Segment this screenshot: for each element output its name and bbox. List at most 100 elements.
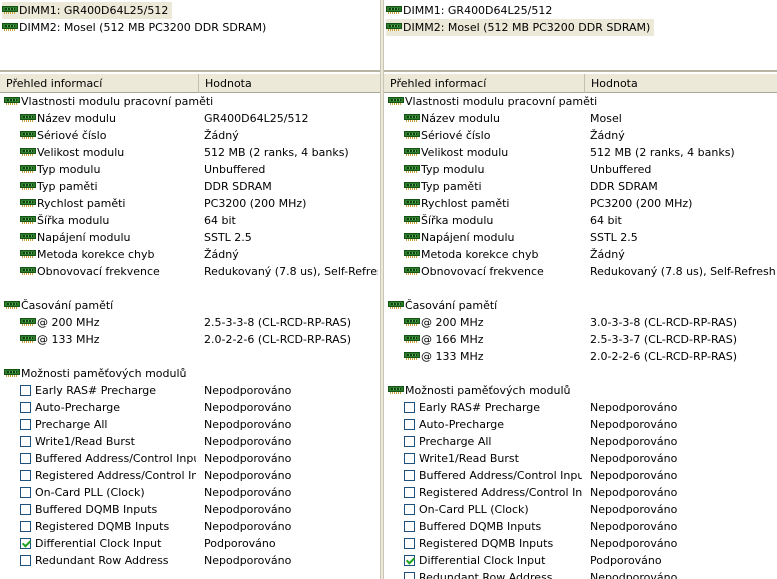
pane-divider[interactable] [384, 70, 777, 72]
property-row[interactable]: @ 200 MHz 3.0-3-3-8 (CL-RCD-RP-RAS) [384, 314, 777, 331]
property-row[interactable]: @ 133 MHz 2.0-2-2-6 (CL-RCD-RP-RAS) [384, 348, 777, 365]
property-row[interactable]: Typ modulu Unbuffered [384, 161, 777, 178]
property-name: Typ paměti [404, 178, 582, 195]
property-row[interactable]: Napájení modulu SSTL 2.5 [384, 229, 777, 246]
property-row[interactable]: Sériové číslo Žádný [384, 127, 777, 144]
property-row[interactable]: Auto-Precharge Nepodporováno [384, 416, 777, 433]
property-label: Precharge All [419, 435, 492, 448]
column-header-value[interactable]: Hodnota [584, 74, 777, 93]
property-label: Registered DQMB Inputs [35, 520, 170, 533]
memory-module-icon [20, 198, 36, 208]
property-label: Metoda korekce chyb [421, 248, 539, 261]
property-value: Redukovaný (7.8 us), Self-Refresh [590, 265, 775, 278]
property-row[interactable]: Buffered DQMB Inputs Nepodporováno [384, 518, 777, 535]
memory-module-icon [404, 215, 420, 225]
memory-module-icon [20, 164, 36, 174]
property-label: Buffered DQMB Inputs [35, 503, 158, 516]
memory-module-icon [388, 96, 404, 106]
property-row[interactable]: Metoda korekce chyb Žádný [384, 246, 777, 263]
property-row[interactable]: Šířka modulu 64 bit [384, 212, 777, 229]
property-row[interactable]: Redundant Row Address Nepodporováno [384, 569, 777, 579]
group-row[interactable]: Možnosti paměťových modulů [384, 382, 777, 399]
property-row[interactable]: Registered Address/Control In... Nepodpor… [384, 484, 777, 501]
group-row[interactable]: Vlastnosti modulu pracovní paměti [384, 93, 777, 110]
property-row[interactable]: Typ modulu Unbuffered [0, 161, 380, 178]
property-row[interactable]: Rychlost paměti PC3200 (200 MHz) [0, 195, 380, 212]
memory-module-icon [386, 5, 402, 15]
property-row[interactable]: Obnovovací frekvence Redukovaný (7.8 us),… [0, 263, 380, 280]
dimm-list-item[interactable]: DIMM2: Mosel (512 MB PC3200 DDR SDRAM) [2, 19, 270, 36]
property-row[interactable]: Velikost modulu 512 MB (2 ranks, 4 banks) [0, 144, 380, 161]
memory-module-icon [4, 96, 20, 106]
group-row[interactable]: Vlastnosti modulu pracovní paměti [0, 93, 380, 110]
property-row[interactable]: Název modulu Mosel [384, 110, 777, 127]
property-row[interactable]: Redundant Row Address Nepodporováno [0, 552, 380, 569]
property-value: 3.0-3-3-8 (CL-RCD-RP-RAS) [590, 316, 737, 329]
property-row[interactable]: On-Card PLL (Clock) Nepodporováno [0, 484, 380, 501]
column-header-info[interactable]: Přehled informací [384, 74, 486, 93]
spacer-row [0, 348, 380, 365]
property-row[interactable]: @ 200 MHz 2.5-3-3-8 (CL-RCD-RP-RAS) [0, 314, 380, 331]
checkbox-unchecked-icon [404, 503, 415, 515]
property-row[interactable]: Differential Clock Input Podporováno [384, 552, 777, 569]
property-row[interactable]: Precharge All Nepodporováno [384, 433, 777, 450]
property-value: Nepodporováno [204, 520, 292, 533]
property-row[interactable]: Název modulu GR400D64L25/512 [0, 110, 380, 127]
group-row[interactable]: Časování pamětí [0, 297, 380, 314]
property-row[interactable]: Precharge All Nepodporováno [0, 416, 380, 433]
property-row[interactable]: Early RAS# Precharge Nepodporováno [384, 399, 777, 416]
property-row[interactable]: Metoda korekce chyb Žádný [0, 246, 380, 263]
property-row[interactable]: Šířka modulu 64 bit [0, 212, 380, 229]
dimm-list: DIMM1: GR400D64L25/512 DIMM2: Mosel (512 … [0, 0, 380, 70]
group-row[interactable]: Možnosti paměťových modulů [0, 365, 380, 382]
property-row[interactable]: Registered DQMB Inputs Nepodporováno [0, 518, 380, 535]
checkbox-checked-icon [20, 537, 31, 549]
checkbox-unchecked-icon [20, 520, 31, 532]
property-name: Název modulu [404, 110, 582, 127]
property-name: Precharge All [20, 416, 196, 433]
property-row[interactable]: Registered Address/Control In... Nepodpor… [0, 467, 380, 484]
property-row[interactable]: Sériové číslo Žádný [0, 127, 380, 144]
property-value: Nepodporováno [204, 384, 292, 397]
property-label: Sériové číslo [37, 129, 107, 142]
property-row[interactable]: On-Card PLL (Clock) Nepodporováno [384, 501, 777, 518]
property-row[interactable]: Rychlost paměti PC3200 (200 MHz) [384, 195, 777, 212]
property-label: Buffered Address/Control Inputs [35, 452, 196, 465]
property-row[interactable]: Typ paměti DDR SDRAM [0, 178, 380, 195]
property-row[interactable]: Buffered Address/Control Inputs Nepodporo… [0, 450, 380, 467]
memory-module-icon [404, 113, 420, 123]
property-row[interactable]: Velikost modulu 512 MB (2 ranks, 4 banks) [384, 144, 777, 161]
property-label: Typ paměti [37, 180, 98, 193]
property-row[interactable]: Differential Clock Input Podporováno [0, 535, 380, 552]
memory-module-icon [20, 334, 36, 344]
dimm-list-item[interactable]: DIMM1: GR400D64L25/512 [2, 2, 173, 19]
dimm-label: DIMM2: Mosel (512 MB PC3200 DDR SDRAM) [403, 21, 651, 34]
property-value: Unbuffered [590, 163, 652, 176]
property-row[interactable]: Early RAS# Precharge Nepodporováno [0, 382, 380, 399]
property-value: 2.0-2-2-6 (CL-RCD-RP-RAS) [590, 350, 737, 363]
checkbox-unchecked-icon [404, 452, 415, 464]
group-row[interactable]: Časování pamětí [384, 297, 777, 314]
pane-divider[interactable] [0, 70, 380, 72]
property-row[interactable]: Registered DQMB Inputs Nepodporováno [384, 535, 777, 552]
property-row[interactable]: Napájení modulu SSTL 2.5 [0, 229, 380, 246]
property-row[interactable]: Buffered Address/Control Inputs Nepodporo… [384, 467, 777, 484]
property-row[interactable]: Obnovovací frekvence Redukovaný (7.8 us),… [384, 263, 777, 280]
memory-module-icon [404, 266, 420, 276]
dimm-list-item[interactable]: DIMM2: Mosel (512 MB PC3200 DDR SDRAM) [386, 19, 655, 36]
property-row[interactable]: @ 166 MHz 2.5-3-3-7 (CL-RCD-RP-RAS) [384, 331, 777, 348]
memory-module-icon [404, 334, 420, 344]
property-row[interactable]: Write1/Read Burst Nepodporováno [384, 450, 777, 467]
checkbox-unchecked-icon [20, 418, 31, 430]
memory-module-icon [404, 351, 420, 361]
dimm-list-item[interactable]: DIMM1: GR400D64L25/512 [386, 2, 556, 19]
property-row[interactable]: @ 133 MHz 2.0-2-2-6 (CL-RCD-RP-RAS) [0, 331, 380, 348]
property-value: Mosel [590, 112, 622, 125]
memory-module-icon [388, 385, 404, 395]
property-row[interactable]: Buffered DQMB Inputs Nepodporováno [0, 501, 380, 518]
column-header-value[interactable]: Hodnota [198, 74, 380, 93]
property-row[interactable]: Typ paměti DDR SDRAM [384, 178, 777, 195]
property-row[interactable]: Write1/Read Burst Nepodporováno [0, 433, 380, 450]
column-header-info[interactable]: Přehled informací [0, 74, 102, 93]
property-row[interactable]: Auto-Precharge Nepodporováno [0, 399, 380, 416]
